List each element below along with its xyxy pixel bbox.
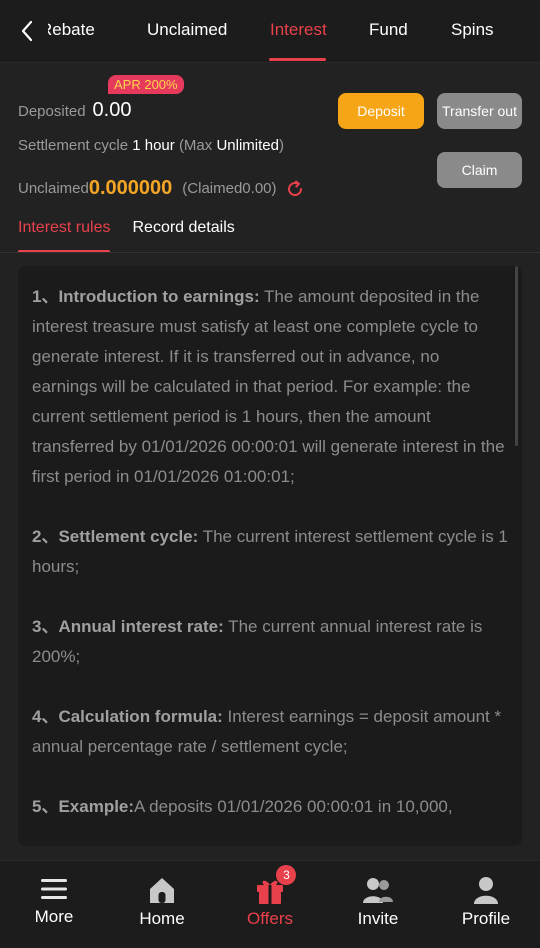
- max-prefix: (Max: [178, 137, 213, 154]
- transfer-out-button[interactable]: Transfer out: [437, 93, 522, 129]
- nav-more[interactable]: More: [0, 861, 108, 948]
- interest-summary: APR 200% Deposited 0.00 Settlement cycle…: [0, 62, 540, 253]
- tab-interest[interactable]: Interest: [270, 20, 327, 40]
- back-button[interactable]: [14, 18, 40, 44]
- rule-title: 3、Annual interest rate:: [32, 617, 224, 636]
- cycle-value: 1 hour: [132, 137, 175, 154]
- bottom-nav: More Home 3 Offers Invite Profile: [0, 860, 540, 948]
- home-icon: [150, 878, 174, 903]
- menu-icon: [41, 879, 67, 899]
- tab-interest-rules[interactable]: Interest rules: [18, 219, 111, 253]
- nav-label: More: [34, 907, 74, 926]
- unclaimed-label: Unclaimed: [18, 180, 89, 197]
- nav-label: Home: [139, 909, 185, 928]
- settlement-cycle-row: Settlement cycle 1 hour (Max Unlimited): [18, 137, 284, 154]
- rule-text: The amount deposited in the interest tre…: [32, 287, 505, 486]
- cycle-label: Settlement cycle: [18, 137, 129, 154]
- tab-unclaimed[interactable]: Unclaimed: [147, 20, 227, 40]
- rule-item: 2、Settlement cycle: The current interest…: [32, 522, 508, 582]
- offers-badge: 3: [276, 865, 297, 885]
- tab-strip: Rebate Unclaimed Interest Fund Spins: [48, 0, 540, 62]
- tab-fund[interactable]: Fund: [369, 20, 408, 40]
- nav-profile[interactable]: Profile: [432, 861, 540, 948]
- active-tab-indicator: [269, 58, 326, 61]
- deposited-row: Deposited 0.00: [18, 99, 131, 122]
- rule-title: 1、Introduction to earnings:: [32, 287, 260, 306]
- scrollbar[interactable]: [515, 266, 518, 446]
- max-value: Unlimited: [216, 137, 279, 154]
- interest-rules-panel[interactable]: 1、Introduction to earnings: The amount d…: [18, 266, 522, 846]
- tab-record-details[interactable]: Record details: [132, 219, 234, 247]
- tab-rebate[interactable]: Rebate: [48, 20, 95, 40]
- tab-spins[interactable]: Spins: [451, 20, 494, 40]
- rule-title: 2、Settlement cycle:: [32, 527, 199, 546]
- unclaimed-value: 0.000000: [88, 177, 173, 199]
- user-icon: [474, 877, 498, 904]
- deposited-value: 0.00: [92, 99, 132, 121]
- nav-label: Profile: [461, 909, 511, 928]
- deposited-label: Deposited: [18, 103, 86, 120]
- max-suffix: ): [278, 137, 284, 154]
- top-tab-bar: Rebate Unclaimed Interest Fund Spins: [0, 0, 540, 62]
- rule-item: 3、Annual interest rate: The current annu…: [32, 612, 508, 672]
- unclaimed-row: Unclaimed 0.000000 (Claimed0.00): [18, 177, 305, 200]
- nav-offers[interactable]: 3 Offers: [216, 861, 324, 948]
- rule-title: 5、Example:: [32, 797, 135, 816]
- sub-tab-bar: Interest rules Record details: [18, 219, 235, 253]
- rule-title: 4、Calculation formula:: [32, 707, 223, 726]
- refresh-icon[interactable]: [285, 179, 305, 199]
- rule-text: A deposits 01/01/2026 00:00:01 in 10,000…: [134, 797, 453, 816]
- users-icon: [363, 878, 393, 903]
- apr-badge: APR 200%: [108, 75, 184, 94]
- deposit-button[interactable]: Deposit: [338, 93, 424, 129]
- nav-label: Invite: [357, 909, 399, 928]
- rule-item: 1、Introduction to earnings: The amount d…: [32, 282, 508, 492]
- rule-item: 4、Calculation formula: Interest earnings…: [32, 702, 508, 762]
- rules-list: 1、Introduction to earnings: The amount d…: [18, 266, 522, 822]
- nav-label: Offers: [247, 909, 293, 928]
- claim-button[interactable]: Claim: [437, 152, 522, 188]
- nav-home[interactable]: Home: [108, 861, 216, 948]
- chevron-left-icon: [21, 20, 33, 42]
- rule-item: 5、Example:A deposits 01/01/2026 00:00:01…: [32, 792, 508, 822]
- claimed-text: (Claimed0.00): [182, 180, 277, 197]
- nav-invite[interactable]: Invite: [324, 861, 432, 948]
- divider: [0, 252, 540, 253]
